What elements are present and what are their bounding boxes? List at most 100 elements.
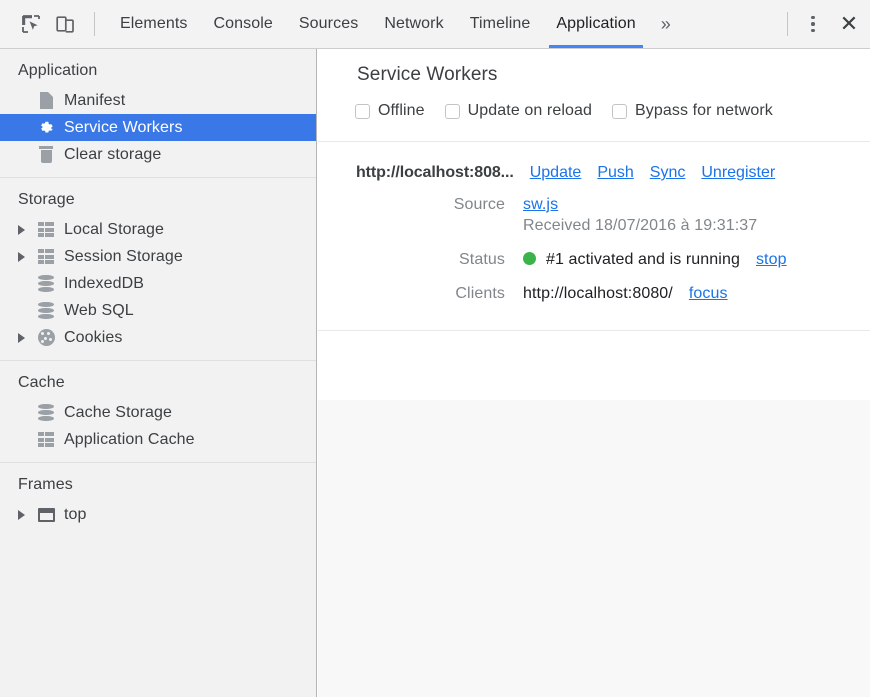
sidebar-item-cookies[interactable]: Cookies [0,324,316,351]
checkbox-box[interactable] [612,104,627,119]
trash-icon [34,146,58,163]
sidebar-item-application-cache[interactable]: Application Cache [0,426,316,453]
devtools-window: Elements Console Sources Network Timelin… [0,0,870,697]
cookie-icon [34,329,58,346]
source-value: sw.js [523,196,757,214]
table-icon [34,222,58,237]
toolbar-divider [94,12,95,36]
sidebar-item-label: Service Workers [64,119,183,137]
sidebar-section-storage: Storage Local Storage Session Storage [0,178,316,351]
expand-arrow-icon[interactable] [18,333,34,343]
source-label: Source [318,196,523,214]
panel-tabs: Elements Console Sources Network Timelin… [107,0,683,48]
service-worker-section-divider [318,330,870,331]
tab-network[interactable]: Network [371,0,456,48]
service-worker-content: Service Workers Offline Update on reload… [318,49,870,331]
sidebar-item-service-workers[interactable]: Service Workers [0,114,316,141]
tab-label: Application [556,15,635,33]
database-icon [34,302,58,319]
sidebar-item-label: IndexedDB [64,275,144,293]
gear-icon [34,119,58,137]
close-icon[interactable]: ✕ [828,8,870,40]
more-tabs-icon[interactable]: » [649,0,683,48]
sidebar-section-title: Frames [0,463,316,501]
source-value-group: sw.js Received 18/07/2016 à 19:31:37 [523,196,757,235]
status-indicator-icon [523,252,536,265]
push-link[interactable]: Push [597,164,633,182]
toolbar-right-group: ✕ [783,0,870,48]
stop-link[interactable]: stop [756,251,787,269]
unregister-link[interactable]: Unregister [701,164,775,182]
panel-empty-area [318,400,870,697]
tab-elements[interactable]: Elements [107,0,201,48]
status-label: Status [318,251,523,269]
tab-label: Timeline [470,15,531,33]
checkbox-label: Update on reload [468,102,592,120]
tab-label: Elements [120,15,188,33]
service-worker-header: http://localhost:808... Update Push Sync… [318,142,870,182]
offline-checkbox[interactable]: Offline [355,102,425,120]
source-received-text: Received 18/07/2016 à 19:31:37 [523,217,757,235]
service-worker-options: Offline Update on reload Bypass for netw… [318,86,870,120]
update-on-reload-checkbox[interactable]: Update on reload [445,102,592,120]
sidebar-item-label: Web SQL [64,302,134,320]
close-label: ✕ [840,13,858,35]
sidebar-item-label: Manifest [64,92,125,110]
sidebar-item-session-storage[interactable]: Session Storage [0,243,316,270]
sidebar-section-application: Application Manifest Service Workers [0,49,316,168]
database-icon [34,404,58,421]
document-icon [34,92,58,109]
sidebar-item-indexeddb[interactable]: IndexedDB [0,270,316,297]
update-link[interactable]: Update [530,164,582,182]
sidebar-item-web-sql[interactable]: Web SQL [0,297,316,324]
bypass-for-network-checkbox[interactable]: Bypass for network [612,102,773,120]
status-text: #1 activated and is running [546,251,740,269]
sidebar-item-label: Cache Storage [64,404,172,422]
tab-timeline[interactable]: Timeline [457,0,544,48]
clients-label: Clients [318,285,523,303]
sidebar-item-clear-storage[interactable]: Clear storage [0,141,316,168]
status-value: #1 activated and is running stop [523,251,787,269]
sidebar-item-manifest[interactable]: Manifest [0,87,316,114]
sidebar-item-top-frame[interactable]: top [0,501,316,528]
checkbox-box[interactable] [445,104,460,119]
clients-row: Clients http://localhost:8080/ focus [318,285,870,303]
checkbox-label: Offline [378,102,425,120]
tab-label: Sources [299,15,358,33]
sidebar-section-cache: Cache Cache Storage Application Cache [0,361,316,453]
frame-icon [34,508,58,522]
expand-arrow-icon[interactable] [18,510,34,520]
device-toolbar-icon[interactable] [48,8,82,40]
table-icon [34,432,58,447]
sidebar-section-title: Application [0,49,316,87]
sync-link[interactable]: Sync [650,164,686,182]
client-url: http://localhost:8080/ [523,285,673,303]
service-worker-actions: Update Push Sync Unregister [530,164,775,182]
database-icon [34,275,58,292]
source-file-link[interactable]: sw.js [523,196,558,214]
sidebar-item-label: Application Cache [64,431,195,449]
sidebar-section-title: Storage [0,178,316,216]
checkbox-box[interactable] [355,104,370,119]
sidebar-item-local-storage[interactable]: Local Storage [0,216,316,243]
tab-sources[interactable]: Sources [286,0,371,48]
sidebar-item-label: top [64,506,87,524]
status-row: Status #1 activated and is running stop [318,251,870,269]
expand-arrow-icon[interactable] [18,225,34,235]
more-vertical-icon[interactable] [798,8,828,40]
tab-label: Network [384,15,443,33]
sidebar-item-label: Cookies [64,329,123,347]
more-tabs-label: » [661,14,671,35]
focus-link[interactable]: focus [689,285,728,303]
table-icon [34,249,58,264]
expand-arrow-icon[interactable] [18,252,34,262]
tab-console[interactable]: Console [201,0,286,48]
service-worker-origin: http://localhost:808... [318,164,514,182]
tab-application[interactable]: Application [543,0,648,48]
application-sidebar[interactable]: Application Manifest Service Workers [0,49,317,697]
sidebar-item-label: Session Storage [64,248,183,266]
sidebar-item-cache-storage[interactable]: Cache Storage [0,399,316,426]
page-title: Service Workers [318,49,870,86]
sidebar-item-label: Clear storage [64,146,161,164]
inspect-element-icon[interactable] [14,8,48,40]
